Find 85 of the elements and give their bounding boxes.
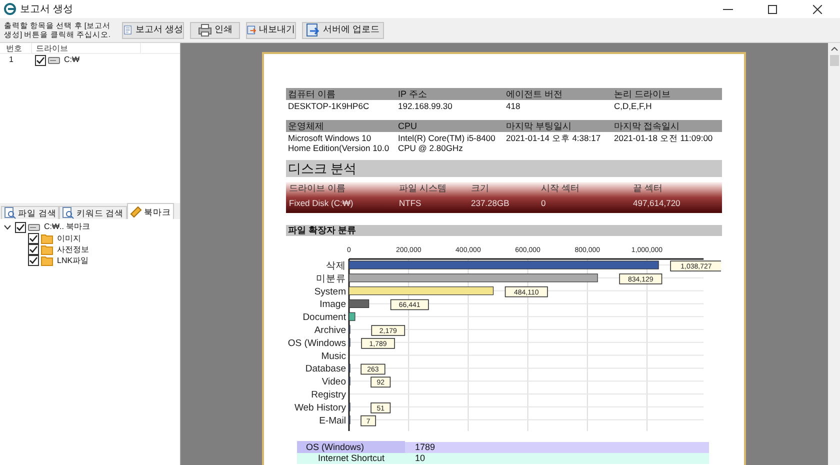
tab[interactable]: 북마크 bbox=[126, 203, 174, 219]
chevron-icon bbox=[4, 224, 11, 230]
upload-icon bbox=[306, 23, 320, 37]
toolbar-button[interactable]: 보고서 생성 bbox=[122, 22, 184, 38]
category-label: Database bbox=[305, 364, 346, 375]
info-value: Microsoft Windows 10 Home Edition(Version 10.0 bbox=[287, 133, 390, 153]
checkbox[interactable] bbox=[28, 233, 39, 244]
category-label: Archive bbox=[314, 325, 346, 336]
disk-column-header: 끝 섹터 bbox=[632, 182, 664, 196]
category-label: Music bbox=[321, 350, 346, 362]
info-header: 마지막 접속일시 bbox=[613, 120, 681, 133]
drive-icon bbox=[28, 223, 40, 231]
category-label: 삭제 bbox=[326, 260, 346, 272]
window-title: 보고서 생성 bbox=[20, 2, 73, 16]
info-header: 논리 드라이브 bbox=[613, 88, 672, 101]
extension-name: Internet Shortcut bbox=[317, 452, 386, 465]
toolbar-button[interactable]: 내보내기 bbox=[246, 22, 296, 38]
extension-count: 10 bbox=[414, 452, 426, 465]
category-label: Image bbox=[320, 299, 346, 310]
disk-column-header: 파일 시스템 bbox=[398, 182, 448, 196]
category-label: OS (Windows bbox=[288, 338, 346, 349]
tree-label[interactable]: C:₩.. 북마크 bbox=[44, 221, 90, 233]
extension-count: 1789 bbox=[414, 440, 436, 454]
info-header: 컴퓨터 이름 bbox=[287, 88, 337, 101]
maximize-icon bbox=[768, 4, 777, 14]
scroll-up-icon bbox=[830, 47, 838, 51]
document-icon bbox=[123, 23, 132, 37]
expand-toggle[interactable] bbox=[4, 224, 13, 230]
info-header: 운영체제 bbox=[287, 120, 325, 133]
info-header: 마지막 부팅일시 bbox=[505, 120, 573, 133]
info-value: 192.168.99.30 bbox=[397, 101, 454, 111]
close-icon bbox=[813, 4, 822, 14]
table-cell-text: 1 bbox=[8, 54, 14, 66]
bar bbox=[348, 299, 370, 308]
info-value: 2021-01-18 오전 11:09:00 bbox=[613, 133, 714, 145]
scrollbar[interactable] bbox=[828, 43, 840, 465]
app-logo-icon bbox=[4, 3, 16, 15]
checkbox[interactable] bbox=[28, 255, 39, 266]
drive-icon bbox=[48, 56, 60, 64]
tree-label[interactable]: LNK파일 bbox=[57, 254, 89, 266]
disk-cell-text: 497,614,720 bbox=[632, 196, 682, 210]
info-value: 2021-01-14 오후 4:38:17 bbox=[505, 133, 602, 145]
folder-icon bbox=[41, 244, 53, 255]
info-header: CPU bbox=[397, 120, 418, 133]
disk-cell-text: 0 bbox=[540, 196, 547, 210]
info-value: DESKTOP-1K9HP6C bbox=[287, 101, 370, 111]
printer-icon bbox=[198, 23, 212, 37]
drive-label: C:₩ bbox=[64, 54, 80, 66]
disk-cell-text: 237.28GB bbox=[470, 196, 510, 210]
category-label: Video bbox=[322, 376, 346, 388]
info-value: Intel(R) Core(TM) i5-8400 CPU @ 2.80GHz bbox=[397, 133, 496, 153]
disk-column-header: 크기 bbox=[470, 182, 490, 196]
scroll-thumb[interactable] bbox=[830, 55, 838, 66]
checkbox[interactable] bbox=[28, 244, 39, 255]
category-label: System bbox=[314, 286, 346, 298]
section-title: 파일 확장자 분류 bbox=[286, 225, 722, 236]
category-label: E-Mail bbox=[319, 415, 346, 426]
info-header: 에이전트 버전 bbox=[505, 88, 564, 101]
disk-column-header: 드라이브 이름 bbox=[288, 182, 347, 196]
bar bbox=[348, 312, 356, 321]
disk-column-header: 시작 섹터 bbox=[540, 182, 581, 196]
tab[interactable]: 파일 검색 bbox=[1, 206, 60, 219]
category-label: 미분류 bbox=[316, 273, 346, 284]
folder-icon bbox=[41, 233, 53, 244]
tab[interactable]: 키워드 검색 bbox=[59, 206, 127, 219]
checkbox[interactable] bbox=[35, 54, 46, 66]
category-label: Document bbox=[302, 312, 346, 324]
category-label: Web History bbox=[294, 402, 346, 414]
disk-cell-text: NTFS bbox=[398, 196, 422, 210]
column-header: 번호 bbox=[5, 43, 23, 53]
disk-cell-text: Fixed Disk (C:₩) bbox=[288, 196, 354, 210]
column-header: 드라이브 bbox=[31, 43, 141, 53]
tree-label[interactable]: 사전정보 bbox=[57, 244, 89, 256]
minimize-icon bbox=[722, 8, 732, 10]
folder-icon bbox=[41, 255, 53, 266]
info-header: IP 주소 bbox=[397, 88, 428, 101]
export-icon bbox=[247, 23, 256, 37]
info-value: 418 bbox=[505, 101, 522, 111]
info-value: C,D,E,F,H bbox=[613, 101, 653, 111]
category-label: Registry bbox=[311, 390, 346, 400]
toolbar-button[interactable]: 인쇄 bbox=[190, 22, 240, 38]
checkbox[interactable] bbox=[15, 222, 26, 232]
section-title: 디스크 분석 bbox=[286, 160, 722, 177]
toolbar-button[interactable]: 서버에 업로드 bbox=[302, 22, 384, 38]
tree-label[interactable]: 이미지 bbox=[57, 232, 81, 244]
